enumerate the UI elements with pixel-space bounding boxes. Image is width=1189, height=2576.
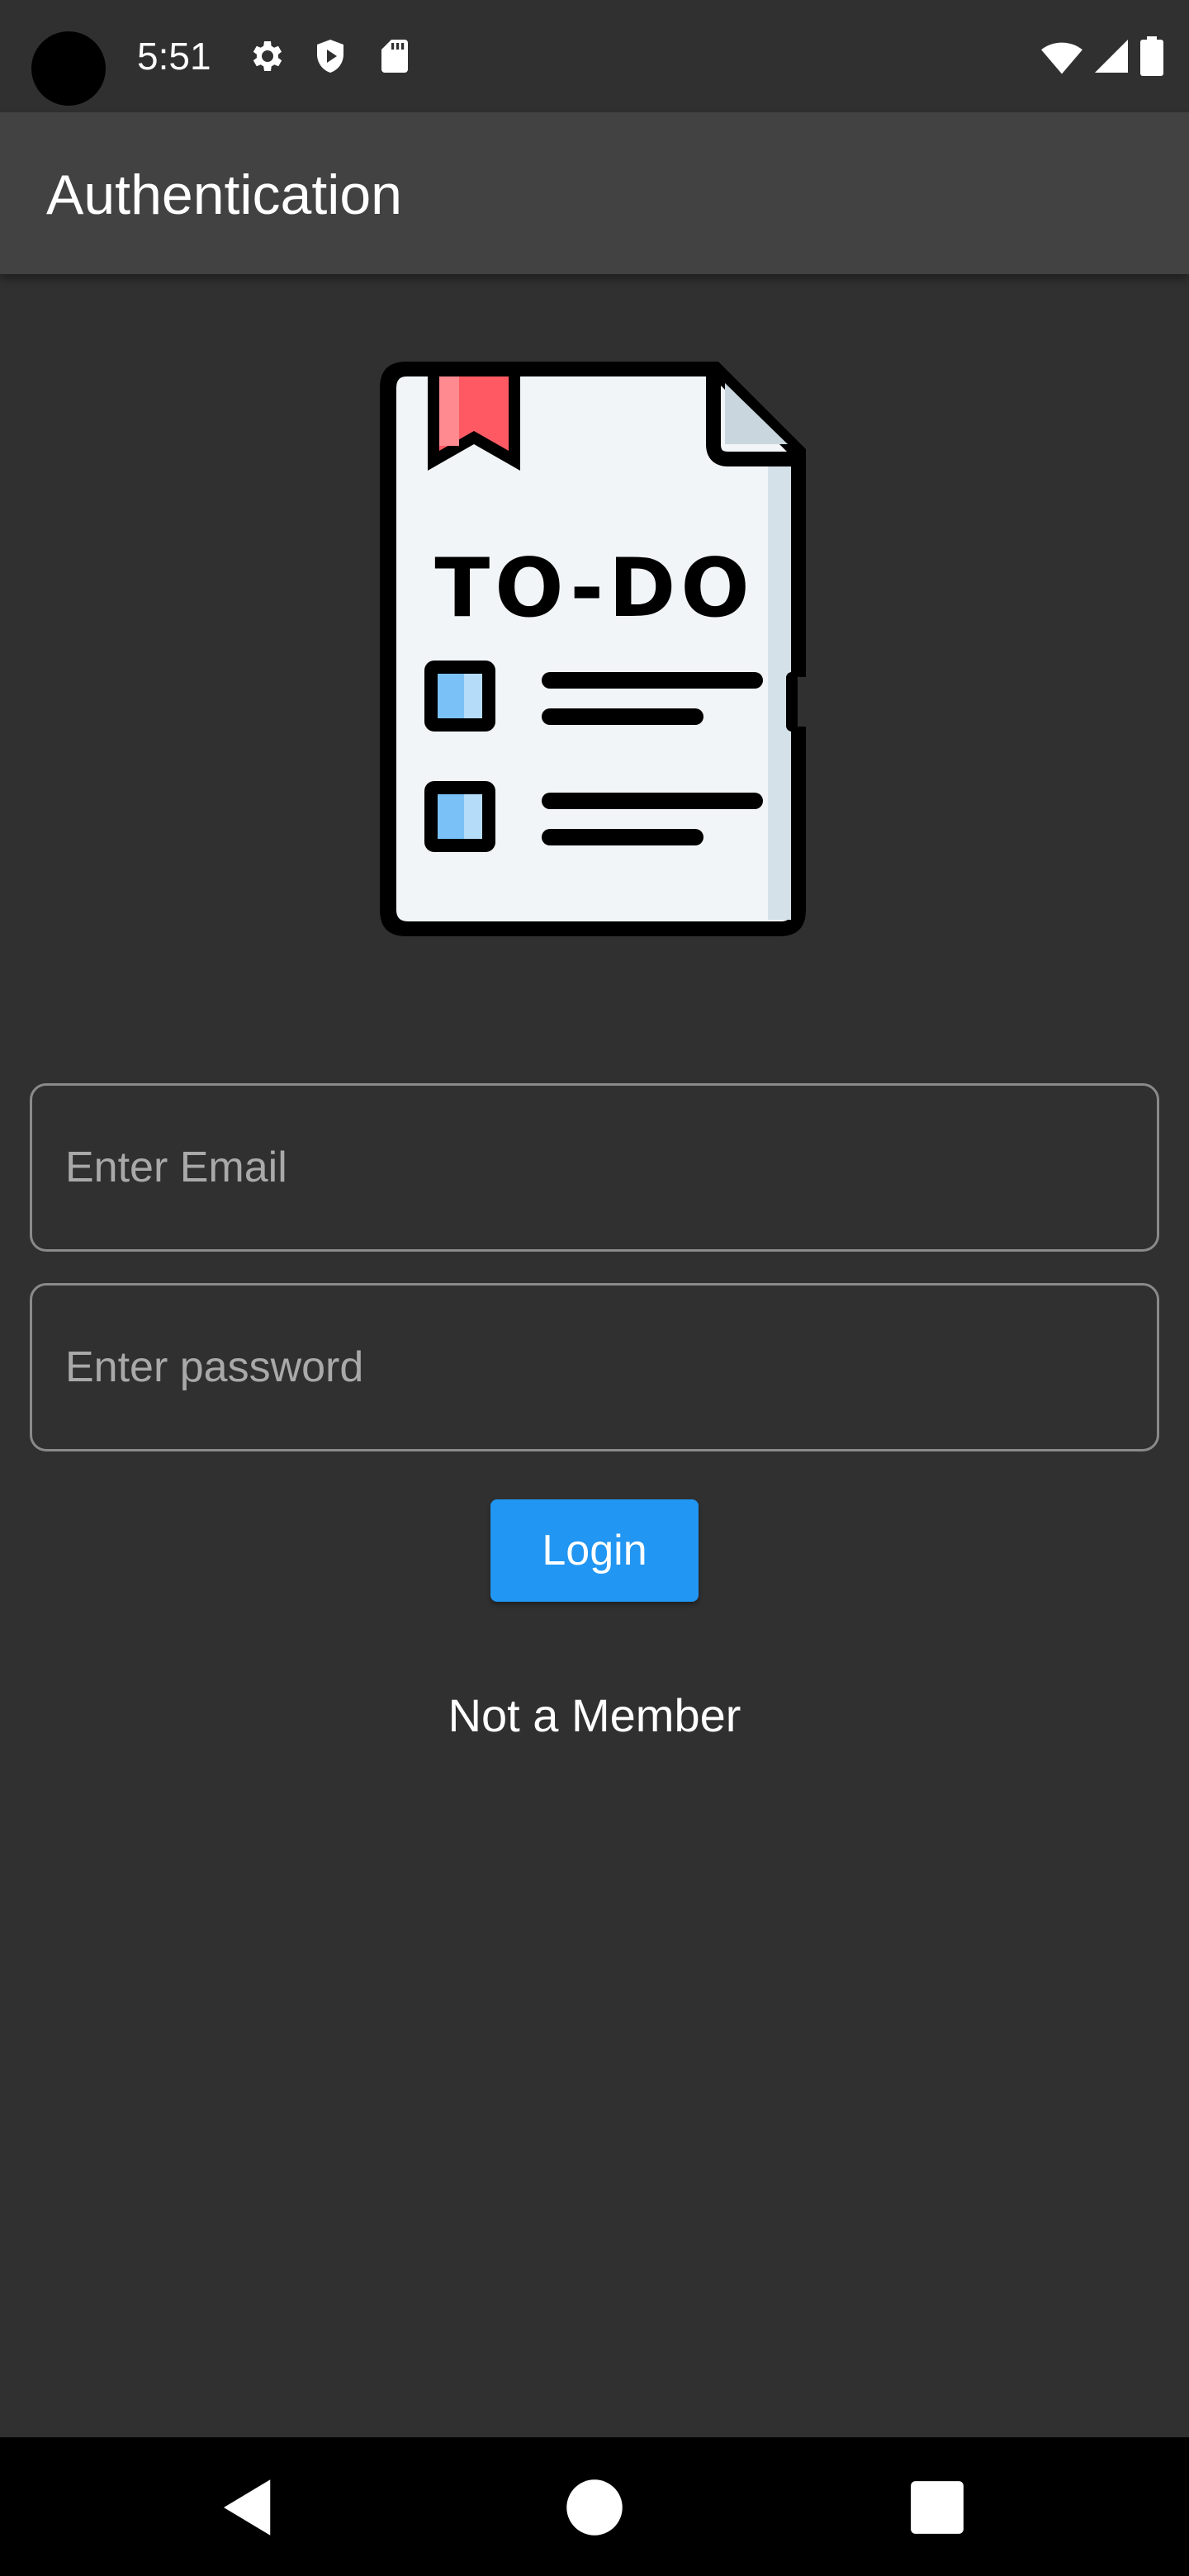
not-a-member-link[interactable]: Not a Member xyxy=(0,1686,1189,1745)
password-field[interactable] xyxy=(30,1283,1159,1451)
back-icon[interactable] xyxy=(211,2470,286,2545)
recents-icon[interactable] xyxy=(900,2470,974,2545)
battery-icon xyxy=(1140,36,1163,76)
email-field[interactable] xyxy=(30,1083,1159,1252)
login-button[interactable]: Login xyxy=(490,1499,699,1602)
status-time: 5:51 xyxy=(137,35,211,78)
email-input[interactable] xyxy=(32,1086,1157,1249)
signal-icon xyxy=(1095,40,1128,73)
password-input[interactable] xyxy=(32,1286,1157,1449)
wifi-icon xyxy=(1041,42,1082,74)
camera-cutout xyxy=(31,31,106,106)
page-title: Authentication xyxy=(46,163,402,226)
logo-text: TO-DO xyxy=(434,542,754,636)
status-bar: 5:51 xyxy=(0,0,1189,112)
navigation-bar xyxy=(0,2437,1189,2576)
shield-icon xyxy=(317,40,343,73)
home-icon[interactable] xyxy=(557,2470,632,2545)
screen: 5:51 Authentication TO-DO Enter Email Lo… xyxy=(0,0,1189,2576)
todo-logo: TO-DO xyxy=(380,362,808,936)
gear-icon xyxy=(253,41,282,71)
sd-card-icon xyxy=(381,40,408,73)
app-bar: Authentication xyxy=(0,112,1189,274)
